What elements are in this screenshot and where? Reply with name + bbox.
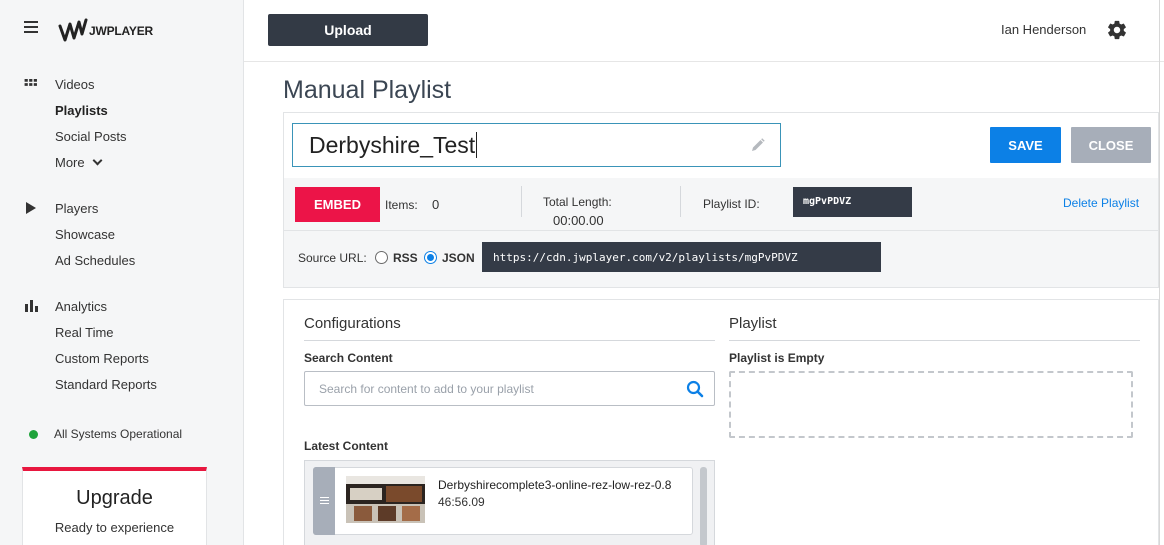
items-label: Items: (385, 198, 418, 212)
sidebar-item-label: Custom Reports (55, 350, 149, 366)
playlist-drop-zone[interactable] (729, 371, 1133, 438)
content-list-scrollbar[interactable] (700, 467, 707, 545)
system-status[interactable]: All Systems Operational (54, 427, 182, 441)
total-length-label: Total Length: (543, 195, 612, 209)
sidebar-item-label: Standard Reports (55, 376, 157, 392)
nav-group-players: Players Showcase Ad Schedules (0, 195, 244, 273)
sidebar-item-label: Showcase (55, 226, 115, 242)
divider (521, 186, 522, 217)
search-icon[interactable] (686, 380, 704, 398)
nav-group-analytics: Analytics Real Time Custom Reports Stand… (0, 293, 244, 397)
playlist-title-input[interactable]: Derbyshire_Test (292, 123, 781, 167)
close-button[interactable]: CLOSE (1071, 127, 1151, 163)
sidebar-item-more[interactable]: More (0, 149, 244, 175)
sidebar-item-real-time[interactable]: Real Time (0, 319, 244, 345)
gear-icon[interactable] (1106, 19, 1128, 41)
source-url-field[interactable]: https://cdn.jwplayer.com/v2/playlists/mg… (482, 242, 881, 272)
playlist-id-field[interactable]: mgPvPDVZ (793, 187, 912, 217)
total-length-value: 00:00.00 (553, 213, 604, 228)
panel-divider (284, 230, 1158, 231)
search-placeholder: Search for content to add to your playli… (319, 382, 534, 396)
playlist-title-value: Derbyshire_Test (309, 131, 476, 158)
content-item-title: Derbyshirecomplete3-online-rez-low-rez-0… (438, 478, 672, 492)
section-divider (729, 340, 1140, 341)
rss-radio-label[interactable]: RSS (393, 251, 418, 265)
pencil-icon[interactable] (750, 137, 766, 153)
rss-radio[interactable] (375, 251, 388, 264)
divider (680, 186, 681, 217)
logo-text: JWPLAYER (89, 24, 153, 38)
sidebar-item-analytics[interactable]: Analytics (0, 293, 244, 319)
json-radio-label[interactable]: JSON (442, 251, 475, 265)
source-url-label: Source URL: (298, 251, 367, 265)
bar-chart-icon (25, 300, 38, 312)
jwplayer-logo-icon (58, 18, 88, 42)
jwplayer-logo[interactable]: JWPLAYER (58, 16, 153, 46)
play-icon (26, 202, 36, 214)
hamburger-menu-icon[interactable] (24, 20, 38, 34)
text-cursor (476, 132, 478, 158)
search-input[interactable]: Search for content to add to your playli… (304, 371, 715, 406)
grid-icon (24, 79, 37, 86)
latest-content-label: Latest Content (304, 439, 388, 453)
sidebar-item-label: Playlists (55, 102, 108, 118)
delete-playlist-link[interactable]: Delete Playlist (1063, 196, 1139, 210)
chevron-down-icon (92, 155, 103, 165)
upgrade-card[interactable]: Upgrade Ready to experience (22, 467, 207, 545)
header-divider (244, 61, 1164, 62)
content-item-duration: 46:56.09 (438, 495, 485, 509)
sidebar-item-ad-schedules[interactable]: Ad Schedules (0, 247, 244, 273)
video-thumbnail (346, 476, 425, 523)
embed-button[interactable]: EMBED (295, 187, 380, 222)
sidebar-item-showcase[interactable]: Showcase (0, 221, 244, 247)
sidebar-item-more-wrap: More (55, 154, 103, 170)
window-edge (1159, 0, 1164, 545)
status-dot-icon (29, 430, 38, 439)
section-divider (304, 340, 715, 341)
sidebar-item-social-posts[interactable]: Social Posts (0, 123, 244, 149)
sidebar-item-label: Analytics (55, 298, 108, 314)
page-title: Manual Playlist (283, 76, 452, 104)
playlist-section-title: Playlist (729, 315, 777, 332)
sidebar-item-players[interactable]: Players (0, 195, 244, 221)
save-button[interactable]: SAVE (990, 127, 1061, 163)
sidebar-item-label: Ad Schedules (55, 252, 136, 268)
upgrade-text: Ready to experience (54, 520, 175, 535)
playlist-id-label: Playlist ID: (703, 197, 760, 211)
upgrade-title: Upgrade (76, 487, 153, 509)
sidebar-item-label: Real Time (55, 324, 114, 340)
json-radio[interactable] (424, 251, 437, 264)
sidebar-item-label: Players (55, 200, 99, 216)
sidebar-item-standard-reports[interactable]: Standard Reports (0, 371, 244, 397)
drag-handle-icon[interactable] (313, 467, 335, 535)
items-count: 0 (432, 197, 440, 212)
sidebar-item-playlists[interactable]: Playlists (0, 97, 244, 123)
sidebar-item-label: More (55, 154, 85, 170)
upload-button[interactable]: Upload (268, 14, 428, 46)
playlist-empty-label: Playlist is Empty (729, 351, 825, 365)
search-content-label: Search Content (304, 351, 393, 365)
sidebar-item-custom-reports[interactable]: Custom Reports (0, 345, 244, 371)
configurations-title: Configurations (304, 315, 401, 332)
sidebar: JWPLAYER Videos Playlists Social Posts M… (0, 0, 244, 545)
sidebar-item-label: Social Posts (55, 128, 127, 144)
sidebar-item-videos[interactable]: Videos (0, 71, 244, 97)
nav-group-content: Videos Playlists Social Posts More (0, 71, 244, 175)
user-name[interactable]: Ian Henderson (1001, 22, 1086, 37)
sidebar-item-label: Videos (55, 76, 95, 92)
